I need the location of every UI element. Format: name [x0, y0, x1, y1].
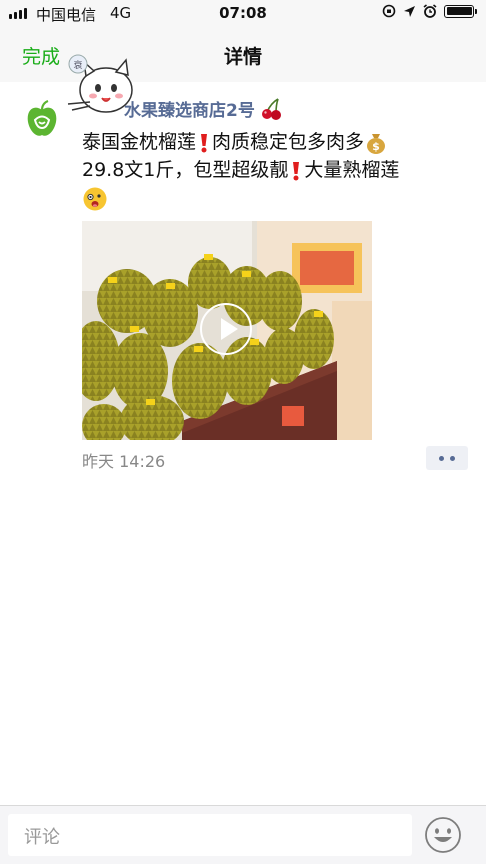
comment-input[interactable]: 评论	[8, 814, 412, 856]
comment-bar: 评论	[0, 805, 486, 864]
orientation-lock-icon	[382, 4, 396, 18]
location-arrow-icon	[404, 5, 415, 17]
smiley-icon[interactable]	[424, 816, 462, 854]
svg-text:$: $	[372, 140, 380, 153]
moments-detail-page: 中国电信 4G 07:08 完成 详情 衰 水果臻选商店2号 泰国金枕榴莲 肉质…	[0, 0, 486, 864]
status-bar: 中国电信 4G 07:08	[0, 0, 486, 28]
play-icon[interactable]	[200, 303, 252, 355]
exclamation-icon	[293, 161, 300, 180]
avatar[interactable]	[20, 98, 64, 142]
post-text-part1: 泰国金枕榴莲	[82, 131, 197, 153]
username-label[interactable]: 水果臻选商店2号	[124, 96, 255, 121]
post-text: 泰国金枕榴莲 肉质稳定包多肉多 $29.8文1斤，包型超级靓 大量熟榴莲	[82, 128, 472, 212]
post-text-part2: 肉质稳定包多肉多	[212, 131, 365, 153]
status-icons	[382, 4, 477, 18]
money-bag-icon: $	[367, 133, 386, 154]
post-timestamp: 昨天 14:26	[82, 452, 166, 471]
post-text-part4: 大量熟榴莲	[304, 159, 400, 181]
battery-icon	[444, 4, 477, 18]
video-thumbnail[interactable]	[82, 221, 372, 440]
face-emoji-icon	[83, 187, 107, 210]
svg-text:衰: 衰	[73, 59, 82, 71]
post-text-part3: 29.8文1斤，包型超级靓	[82, 159, 289, 181]
post-author[interactable]: 水果臻选商店2号	[124, 96, 283, 121]
exclamation-icon	[201, 133, 208, 152]
more-dots-icon[interactable]	[426, 446, 468, 470]
cherry-icon	[261, 97, 281, 120]
alarm-icon	[423, 4, 437, 18]
